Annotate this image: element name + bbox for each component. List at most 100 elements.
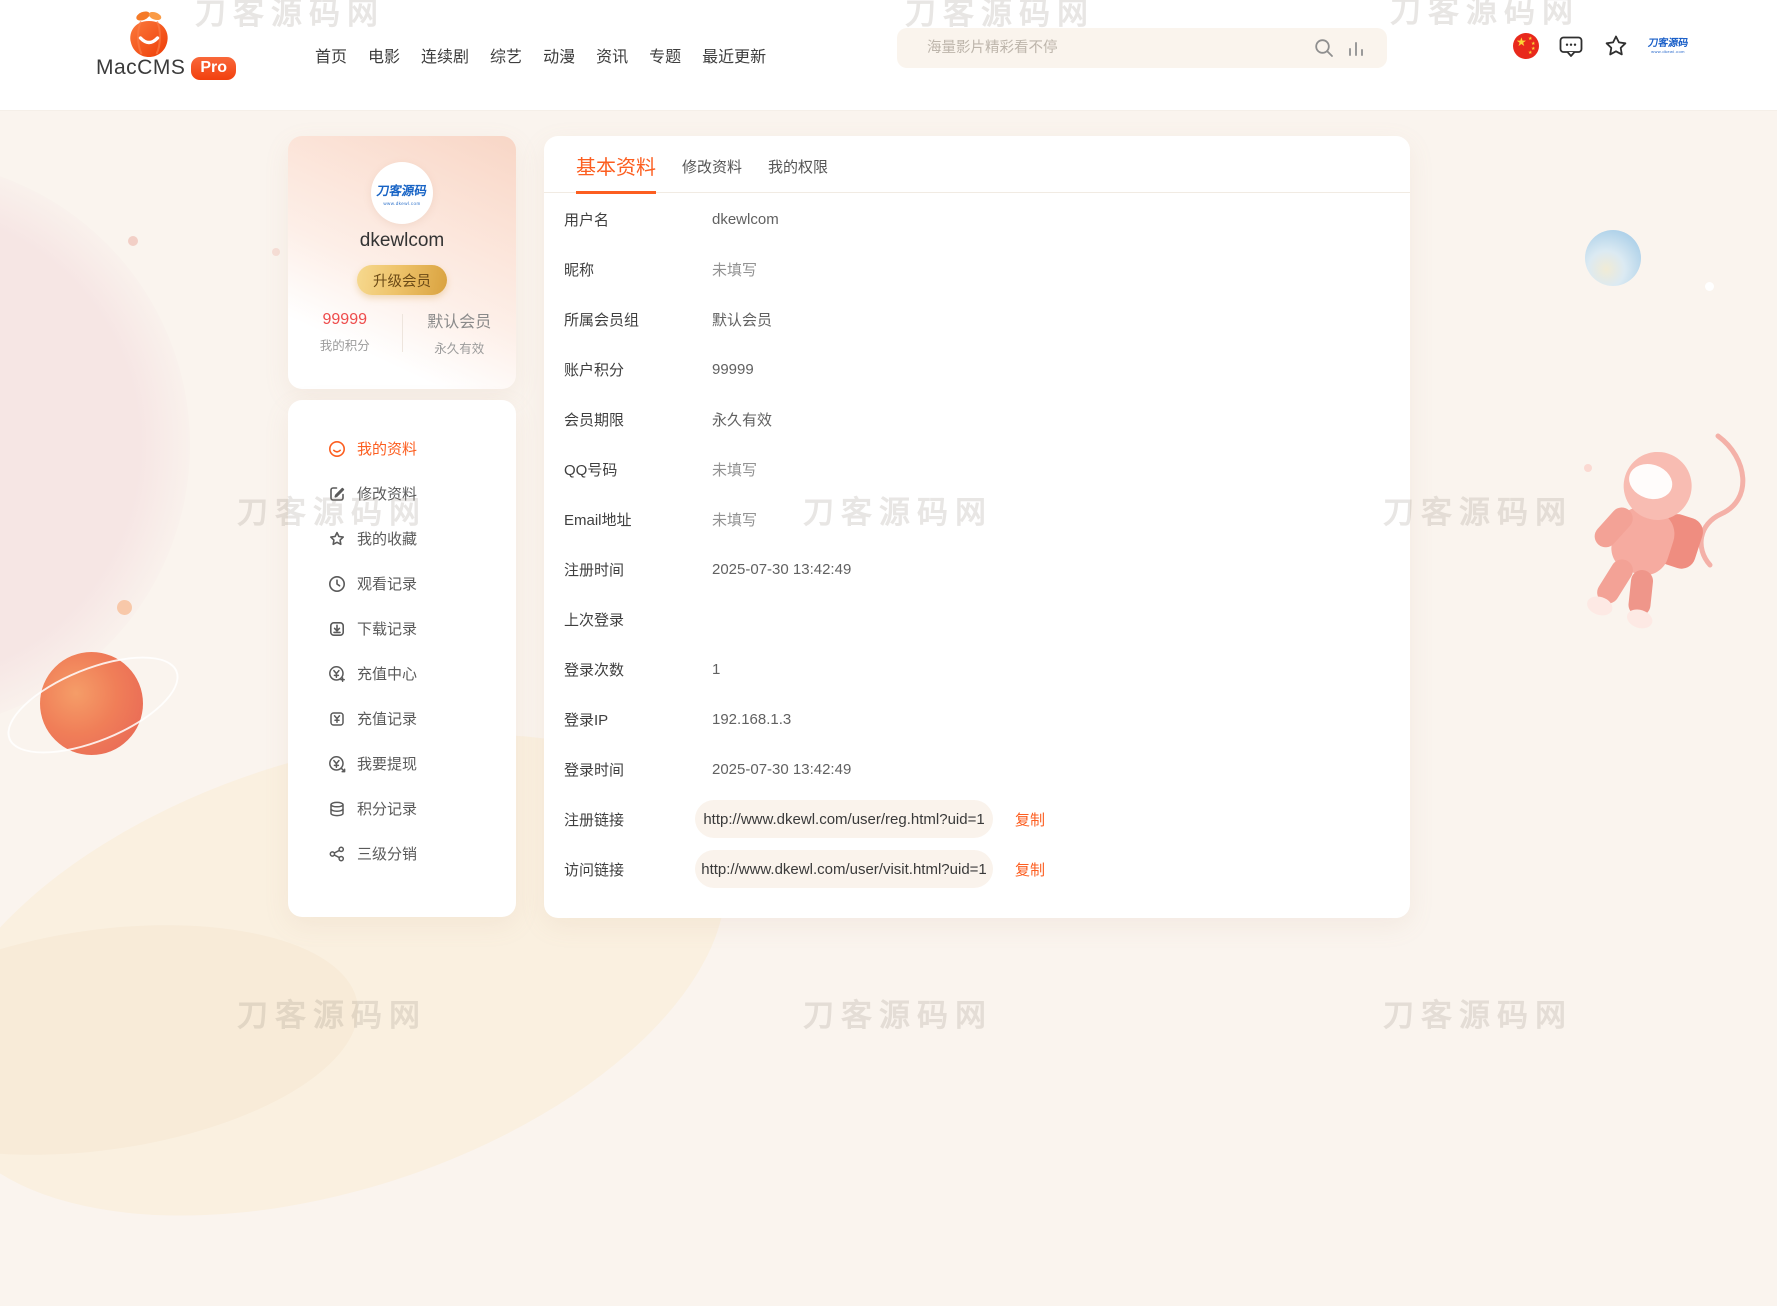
profile-fields: 用户名 dkewlcom 昵称 未填写 所属会员组 默认会员 账户积分 9999… — [544, 193, 1410, 894]
field-value: 192.168.1.3 — [712, 711, 791, 728]
search-input[interactable] — [897, 28, 1327, 68]
sidebar-menu-item[interactable]: 充值中心 — [288, 651, 516, 696]
dot-decoration — [117, 600, 132, 615]
profile-row: Email地址 未填写 — [544, 494, 1410, 544]
nav-item[interactable]: 资讯 — [596, 43, 628, 67]
field-label: 注册时间 — [564, 559, 712, 580]
search-box — [897, 28, 1387, 68]
search-icon[interactable] — [1313, 37, 1335, 59]
field-value: 1 — [712, 661, 720, 678]
sidebar-menu-item[interactable]: 三级分销 — [288, 831, 516, 876]
watermark: 刀客源码网 — [1383, 487, 1573, 532]
user-profile-card: 刀客源码 www.dkewl.com dkewlcom 升级会员 99999 我… — [288, 136, 516, 389]
sidebar-menu-item[interactable]: 修改资料 — [288, 471, 516, 516]
field-value: 2025-07-30 13:42:49 — [712, 761, 851, 778]
yen-square-icon — [328, 710, 346, 728]
profile-row: 用户名 dkewlcom — [544, 194, 1410, 244]
field-value: 2025-07-30 13:42:49 — [712, 561, 851, 578]
astronaut-illustration — [1548, 428, 1758, 663]
copy-button[interactable]: 复制 — [1015, 859, 1045, 880]
field-label: 会员期限 — [564, 409, 712, 430]
field-label: Email地址 — [564, 509, 712, 530]
field-label: 登录IP — [564, 709, 712, 730]
sidebar-menu: 我的资料 修改资料 我的收藏 观看记录 下载记录 充值中心 充值记录 我要提现 … — [288, 400, 516, 917]
field-label: 上次登录 — [564, 609, 712, 630]
field-label: 注册链接 — [564, 809, 695, 830]
field-label: 登录时间 — [564, 759, 712, 780]
field-value: 未填写 — [712, 259, 757, 280]
header: MacCMS Pro 首页电影连续剧综艺动漫资讯专题最近更新 ★ ★ ★ ★ ★ — [0, 0, 1777, 111]
nav-item[interactable]: 电影 — [368, 43, 400, 67]
sidebar-menu-item[interactable]: 我要提现 — [288, 741, 516, 786]
profile-row: 上次登录 — [544, 594, 1410, 644]
user-stats: 99999 我的积分 默认会员 永久有效 — [288, 308, 516, 357]
dot-decoration — [272, 248, 280, 256]
profile-row: 会员期限 永久有效 — [544, 394, 1410, 444]
avatar: 刀客源码 www.dkewl.com — [371, 162, 433, 224]
download-icon — [328, 620, 346, 638]
nav-item[interactable]: 最近更新 — [702, 43, 766, 67]
field-label: 访问链接 — [564, 859, 695, 880]
watermark: 刀客源码网 — [237, 990, 427, 1035]
field-label: 所属会员组 — [564, 309, 712, 330]
edit-icon — [328, 485, 346, 503]
tab[interactable]: 基本资料 — [576, 151, 656, 194]
brand-name: MacCMS — [96, 56, 185, 80]
planet-ring-decoration — [0, 637, 191, 774]
field-value: 未填写 — [712, 509, 757, 530]
tab[interactable]: 我的权限 — [768, 156, 828, 194]
main-nav: 首页电影连续剧综艺动漫资讯专题最近更新 — [315, 0, 766, 110]
sidebar-menu-item[interactable]: 我的收藏 — [288, 516, 516, 561]
sidebar-menu-item[interactable]: 我的资料 — [288, 426, 516, 471]
sidebar-menu-item[interactable]: 下载记录 — [288, 606, 516, 651]
pro-badge: Pro — [191, 57, 236, 80]
copy-button[interactable]: 复制 — [1015, 809, 1045, 830]
sidebar-menu-item[interactable]: 积分记录 — [288, 786, 516, 831]
tab[interactable]: 修改资料 — [682, 156, 742, 194]
profile-tabs: 基本资料修改资料我的权限 — [544, 136, 1410, 193]
field-label: 昵称 — [564, 259, 712, 280]
profile-content-card: 基本资料修改资料我的权限 用户名 dkewlcom 昵称 未填写 所属会员组 默… — [544, 136, 1410, 918]
cream-wave-decoration — [0, 895, 373, 1185]
apple-logo-icon — [124, 9, 174, 59]
ranking-bars-icon[interactable] — [1345, 37, 1367, 59]
watermark: 刀客源码网 — [1383, 990, 1573, 1035]
nav-item[interactable]: 动漫 — [543, 43, 575, 67]
field-label: 账户积分 — [564, 359, 712, 380]
pink-blob-decoration — [0, 160, 190, 730]
upgrade-member-button[interactable]: 升级会员 — [357, 265, 447, 295]
nav-item[interactable]: 首页 — [315, 43, 347, 67]
star-icon — [328, 530, 346, 548]
profile-link-row: 注册链接 http://www.dkewl.com/user/reg.html?… — [544, 794, 1410, 844]
sidebar-menu-item[interactable]: 充值记录 — [288, 696, 516, 741]
profile-link-row: 访问链接 http://www.dkewl.com/user/visit.htm… — [544, 844, 1410, 894]
field-value: 未填写 — [712, 459, 757, 480]
smiley-icon — [328, 440, 346, 458]
language-flag-icon[interactable]: ★ ★ ★ ★ ★ — [1513, 33, 1539, 59]
nav-item[interactable]: 综艺 — [490, 43, 522, 67]
profile-row: QQ号码 未填写 — [544, 444, 1410, 494]
share-icon — [328, 845, 346, 863]
field-value: 99999 — [712, 361, 754, 378]
favorite-star-icon[interactable] — [1603, 33, 1629, 59]
field-value: dkewlcom — [712, 211, 779, 228]
coin-plus-icon — [328, 665, 346, 683]
nav-item[interactable]: 连续剧 — [421, 43, 469, 67]
points-stat: 99999 我的积分 — [288, 311, 402, 354]
link-field[interactable]: http://www.dkewl.com/user/reg.html?uid=1 — [695, 800, 993, 838]
profile-row: 登录次数 1 — [544, 644, 1410, 694]
dot-decoration — [1705, 282, 1714, 291]
header-icons: ★ ★ ★ ★ ★ 刀客源码 www.dkewl.com — [1513, 33, 1688, 59]
message-icon[interactable] — [1558, 33, 1584, 59]
profile-row: 所属会员组 默认会员 — [544, 294, 1410, 344]
link-field[interactable]: http://www.dkewl.com/user/visit.html?uid… — [695, 850, 993, 888]
watermark: 刀客源码网 — [803, 990, 993, 1035]
database-icon — [328, 800, 346, 818]
field-value: 默认会员 — [712, 309, 772, 330]
field-value: 永久有效 — [712, 409, 772, 430]
clock-icon — [328, 575, 346, 593]
nav-item[interactable]: 专题 — [649, 43, 681, 67]
sidebar-menu-item[interactable]: 观看记录 — [288, 561, 516, 606]
partner-site-logo[interactable]: 刀客源码 www.dkewl.com — [1648, 39, 1688, 54]
profile-row: 昵称 未填写 — [544, 244, 1410, 294]
